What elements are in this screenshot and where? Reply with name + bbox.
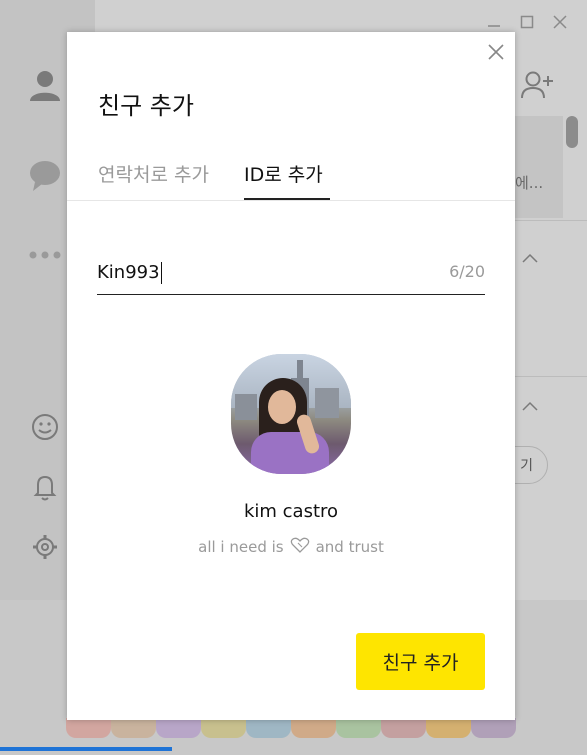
close-icon[interactable] [484, 40, 508, 64]
add-friend-icon[interactable] [520, 70, 554, 100]
tab-add-by-id[interactable]: ID로 추가 [244, 160, 330, 200]
sticker-thumb[interactable] [471, 718, 516, 738]
status-text-end: and trust [315, 538, 384, 556]
sticker-thumb[interactable] [426, 718, 471, 738]
chevron-up-icon[interactable] [520, 396, 540, 416]
divider [515, 220, 587, 221]
chat-preview-box [515, 116, 563, 218]
sticker-thumb[interactable] [111, 718, 156, 738]
status-text-start: all i need is [198, 538, 284, 556]
sticker-thumb[interactable] [201, 718, 246, 738]
bell-icon[interactable] [26, 468, 64, 506]
gear-icon[interactable] [26, 528, 64, 566]
profile-status-message: all i need is and trust [67, 537, 515, 557]
divider [515, 376, 587, 377]
avatar [231, 354, 351, 474]
minimize-icon[interactable] [484, 12, 504, 32]
chat-bubble-icon[interactable] [26, 156, 64, 194]
text-caret [160, 262, 162, 284]
person-icon[interactable] [26, 66, 64, 104]
more-dots-icon[interactable] [26, 236, 64, 274]
sticker-thumbnail-row [66, 718, 516, 738]
tabs-divider [67, 200, 515, 201]
add-friend-dialog: 친구 추가 연락처로 추가 ID로 추가 Kin993 6/20 kim cas… [67, 32, 515, 720]
window-close-icon[interactable] [550, 12, 570, 32]
sticker-thumb[interactable] [336, 718, 381, 738]
sticker-thumb[interactable] [381, 718, 426, 738]
id-input-value[interactable]: Kin993 [97, 262, 162, 284]
heart-icon [290, 537, 310, 557]
profile-name: kim castro [243, 501, 339, 522]
character-counter: 6/20 [449, 262, 485, 281]
sticker-thumb[interactable] [156, 718, 201, 738]
sticker-thumb[interactable] [246, 718, 291, 738]
id-input-field[interactable]: Kin993 6/20 [97, 258, 485, 295]
preview-text: 에... [515, 174, 544, 192]
dialog-title: 친구 추가 [98, 92, 194, 120]
tab-add-by-contact[interactable]: 연락처로 추가 [98, 160, 209, 200]
scrollbar[interactable] [566, 116, 578, 148]
taskbar-indicator [0, 747, 172, 751]
add-friend-button[interactable]: 친구 추가 [356, 633, 485, 690]
sticker-thumb[interactable] [66, 718, 111, 738]
chevron-up-icon[interactable] [520, 248, 540, 268]
sticker-thumb[interactable] [291, 718, 336, 738]
maximize-icon[interactable] [517, 12, 537, 32]
emoji-icon[interactable] [26, 408, 64, 446]
